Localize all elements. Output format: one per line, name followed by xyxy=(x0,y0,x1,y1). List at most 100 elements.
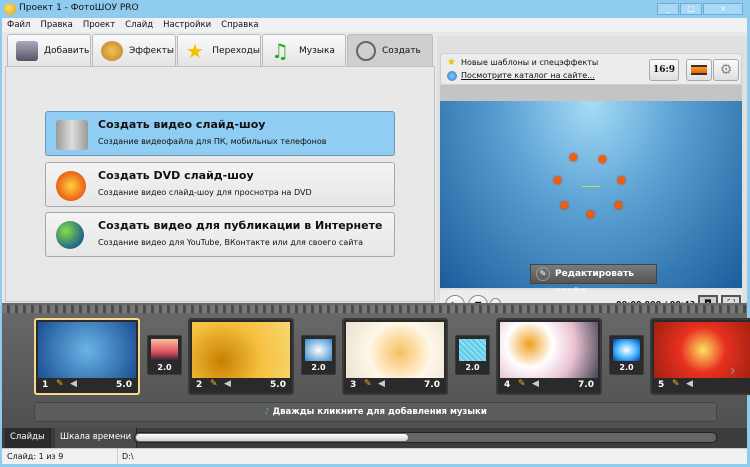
music-track[interactable]: ♪ Дважды кликните для добавления музыки xyxy=(34,402,717,422)
option-subtitle: Создание видео слайд-шоу для проснотра н… xyxy=(98,188,312,197)
slide-number: 1 xyxy=(42,380,49,390)
tab-music[interactable]: ♫ Музыка xyxy=(262,34,346,66)
star-icon: ★ xyxy=(447,57,456,68)
film-reel-icon xyxy=(356,40,376,61)
pencil-icon[interactable]: ✎ xyxy=(518,379,526,389)
edit-slide-button[interactable]: ✎ Редактировать слайд xyxy=(530,264,657,297)
gear-icon: ⚙ xyxy=(719,62,733,78)
slide-duration: 5.0 xyxy=(116,380,132,390)
slide-image xyxy=(38,322,136,378)
music-hint: Дважды кликните для добавления музыки xyxy=(272,407,487,417)
tab-effects[interactable]: Эффекты xyxy=(92,34,176,66)
preview-strip xyxy=(440,85,742,101)
tab-transitions[interactable]: ★ Переходы xyxy=(177,34,261,66)
transition-image xyxy=(459,339,486,361)
speaker-icon[interactable]: ◀ xyxy=(686,379,693,389)
option-title: Создать DVD слайд-шоу xyxy=(98,169,254,182)
speaker-icon[interactable]: ◀ xyxy=(70,379,77,389)
tab-label: Добавить xyxy=(44,45,90,56)
speaker-icon[interactable]: ◀ xyxy=(378,379,385,389)
transition-thumbnail[interactable]: 2.0 xyxy=(301,335,336,375)
promo-text: Новые шаблоны и спецэффекты xyxy=(461,58,599,67)
slide-info-bar: 1 ✎ ◀ 5.0 xyxy=(36,378,138,393)
background-image-button[interactable] xyxy=(686,59,712,81)
flower-decoration: ✸ xyxy=(559,199,570,214)
slide-image xyxy=(500,322,598,378)
close-button[interactable]: x xyxy=(703,3,743,15)
flower-decoration: ✸ xyxy=(585,208,596,223)
filmstrip: 1 ✎ ◀ 5.0 2 ✎ ◀ 5.0 3 ✎ ◀ 7.0 4 ✎ ◀ 7.0 … xyxy=(2,303,750,428)
minimize-button[interactable]: _ xyxy=(657,3,679,15)
preview-panel: ★ Новые шаблоны и спецэффекты Посмотрите… xyxy=(437,36,747,321)
create-dvd-button[interactable]: Создать DVD слайд-шоу Создание видео сла… xyxy=(45,162,395,207)
slide-thumbnail[interactable]: 4 ✎ ◀ 7.0 xyxy=(496,318,602,395)
transition-thumbnail[interactable]: 2.0 xyxy=(609,335,644,375)
transition-thumbnail[interactable]: 2.0 xyxy=(147,335,182,375)
speaker-icon[interactable]: ◀ xyxy=(532,379,539,389)
option-subtitle: Создание видеофайла для ПК, мобильных те… xyxy=(98,137,327,146)
music-note-icon: ♪ xyxy=(264,407,273,417)
slide-number: 5 xyxy=(658,380,665,390)
settings-button[interactable]: ⚙ xyxy=(713,59,739,81)
scrollbar-thumb[interactable] xyxy=(136,434,408,441)
slide-caption xyxy=(582,186,600,187)
tab-label: Эффекты xyxy=(129,45,174,56)
slide-thumbnail[interactable]: 3 ✎ ◀ 7.0 xyxy=(342,318,448,395)
globe-icon xyxy=(56,221,84,249)
slide-counter: Слайд: 1 из 9 xyxy=(7,452,64,461)
menu-edit[interactable]: Правка xyxy=(35,18,77,30)
aspect-ratio-button[interactable]: 16:9 xyxy=(649,59,679,81)
pencil-icon[interactable]: ✎ xyxy=(672,379,680,389)
create-panel: Создать видео слайд-шоу Создание видеофа… xyxy=(5,66,435,302)
filmstrip-scrollbar[interactable] xyxy=(134,432,717,443)
slide-number: 2 xyxy=(196,380,203,390)
menu-file[interactable]: Файл xyxy=(2,18,35,30)
create-web-video-button[interactable]: Создать видео для публикации в Интернете… xyxy=(45,212,395,257)
tab-slides[interactable]: Слайды xyxy=(5,428,51,448)
promo-header: ★ Новые шаблоны и спецэффекты Посмотрите… xyxy=(440,53,742,85)
tab-label: Музыка xyxy=(299,45,335,56)
transition-image xyxy=(305,339,332,361)
tab-create[interactable]: Создать xyxy=(347,34,433,66)
slide-number: 3 xyxy=(350,380,357,390)
pencil-icon[interactable]: ✎ xyxy=(210,379,218,389)
window-title: Проект 1 - ФотоШОУ PRO xyxy=(19,3,139,13)
speaker-icon[interactable]: ◀ xyxy=(224,379,231,389)
slide-info-bar: 4 ✎ ◀ 7.0 xyxy=(498,378,600,393)
view-tabs: Слайды Шкала времени xyxy=(2,428,747,448)
menu-project[interactable]: Проект xyxy=(78,18,120,30)
menu-bar: Файл Правка Проект Слайд Настройки Справка xyxy=(2,18,747,32)
slide-thumbnail[interactable]: 5 ✎ ◀ xyxy=(650,318,750,395)
tab-label: Переходы xyxy=(212,45,260,56)
menu-settings[interactable]: Настройки xyxy=(158,18,216,30)
transition-thumbnail[interactable]: 2.0 xyxy=(455,335,490,375)
transition-duration: 2.0 xyxy=(619,363,634,372)
video-file-icon xyxy=(56,120,88,150)
star-icon: ★ xyxy=(186,38,204,63)
create-video-button[interactable]: Создать видео слайд-шоу Создание видеофа… xyxy=(45,111,395,156)
scroll-right-arrow[interactable]: › xyxy=(730,363,736,379)
slide-image xyxy=(346,322,444,378)
transition-duration: 2.0 xyxy=(157,363,172,372)
slide-image xyxy=(192,322,290,378)
tab-timeline[interactable]: Шкала времени xyxy=(55,428,138,448)
flower-decoration: ✸ xyxy=(568,151,579,166)
flower-decoration: ✸ xyxy=(597,153,608,168)
slide-thumbnail[interactable]: 2 ✎ ◀ 5.0 xyxy=(188,318,294,395)
camera-icon xyxy=(16,40,38,61)
pencil-icon[interactable]: ✎ xyxy=(56,379,64,389)
slide-thumbnail[interactable]: 1 ✎ ◀ 5.0 xyxy=(34,318,140,395)
status-bar: Слайд: 1 из 9 D:\ xyxy=(2,448,747,464)
option-subtitle: Создание видео для YouTube, ВКонтакте ил… xyxy=(98,238,363,247)
transition-duration: 2.0 xyxy=(465,363,480,372)
tab-add[interactable]: Добавить xyxy=(7,34,91,66)
menu-help[interactable]: Справка xyxy=(216,18,263,30)
pencil-icon[interactable]: ✎ xyxy=(364,379,372,389)
image-icon xyxy=(691,65,707,75)
catalog-link[interactable]: Посмотрите каталог на сайте... xyxy=(461,71,595,80)
palette-icon xyxy=(101,40,123,61)
slide-preview[interactable]: ✸ ✸ ✸ ✸ ✸ ✸ ✸ ✎ Редактировать слайд xyxy=(440,101,742,297)
globe-icon xyxy=(447,71,457,81)
maximize-button[interactable]: □ xyxy=(680,3,702,15)
menu-slide[interactable]: Слайд xyxy=(120,18,158,30)
